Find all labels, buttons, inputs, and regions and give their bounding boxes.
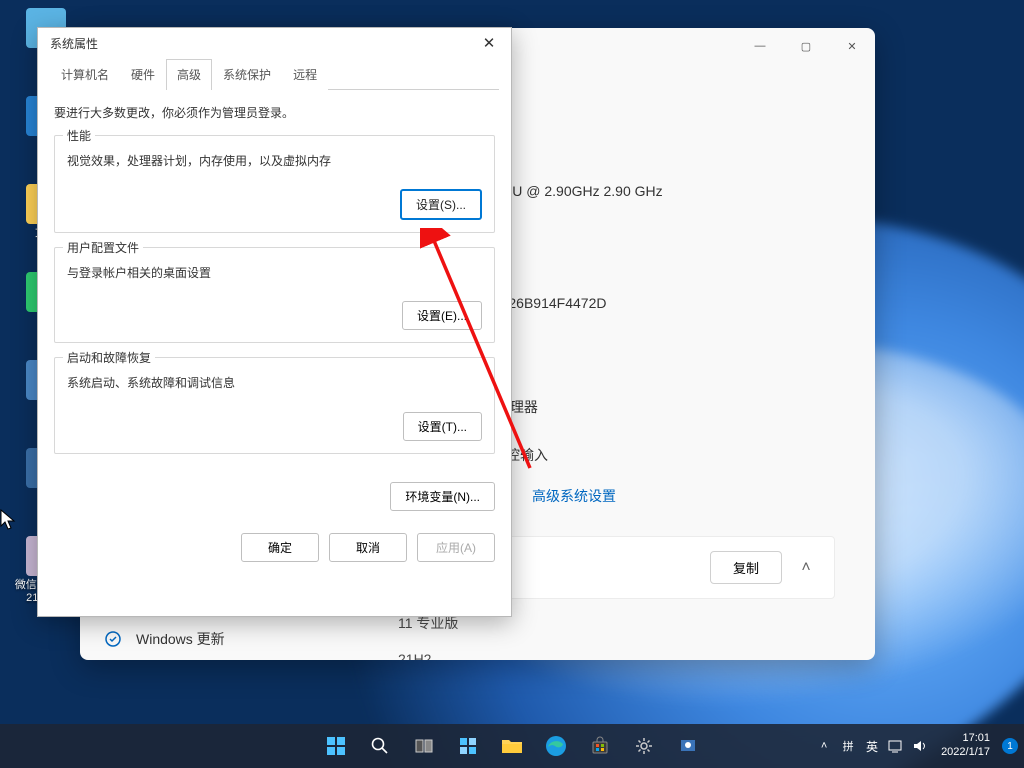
date-label: 2022/1/17 xyxy=(941,746,990,760)
close-icon[interactable]: ✕ xyxy=(475,32,503,54)
dialog-tabs: 计算机名硬件高级系统保护远程 xyxy=(38,58,511,89)
edge-button[interactable] xyxy=(536,726,576,766)
system-properties-dialog: 系统属性 ✕ 计算机名硬件高级系统保护远程 要进行大多数更改，你必须作为管理员登… xyxy=(37,27,512,617)
group-title: 用户配置文件 xyxy=(63,239,143,256)
store-button[interactable] xyxy=(580,726,620,766)
link-advanced-settings[interactable]: 高级系统设置 xyxy=(532,486,616,506)
tab-系统保护[interactable]: 系统保护 xyxy=(212,59,282,90)
environment-variables-button[interactable]: 环境变量(N)... xyxy=(390,482,495,511)
group-启动和故障恢复: 启动和故障恢复 系统启动、系统故障和调试信息 设置(T)... xyxy=(54,357,495,453)
cancel-button[interactable]: 取消 xyxy=(329,533,407,562)
close-button[interactable]: ✕ xyxy=(829,32,875,60)
dialog-title: 系统属性 xyxy=(50,35,98,52)
task-view-button[interactable] xyxy=(404,726,444,766)
volume-icon[interactable] xyxy=(911,737,929,755)
app-button[interactable] xyxy=(668,726,708,766)
settings-button-启动和故障恢复[interactable]: 设置(T)... xyxy=(403,412,482,441)
ime-lang-indicator[interactable]: 拼 xyxy=(839,737,857,755)
group-title: 性能 xyxy=(63,127,95,144)
time-label: 17:01 xyxy=(941,732,990,746)
group-用户配置文件: 用户配置文件 与登录帐户相关的桌面设置 设置(E)... xyxy=(54,247,495,343)
maximize-button[interactable]: ▢ xyxy=(783,32,829,60)
tab-计算机名[interactable]: 计算机名 xyxy=(50,59,120,90)
notification-badge[interactable]: 1 xyxy=(1002,738,1018,754)
sidebar-item-windows-update[interactable]: Windows 更新 xyxy=(92,620,338,658)
explorer-button[interactable] xyxy=(492,726,532,766)
copy-button[interactable]: 复制 xyxy=(710,551,782,584)
group-title: 启动和故障恢复 xyxy=(63,349,155,366)
minimize-button[interactable]: — xyxy=(737,32,783,60)
tab-远程[interactable]: 远程 xyxy=(282,59,328,90)
settings-button-性能[interactable]: 设置(S)... xyxy=(400,189,482,220)
chevron-up-icon[interactable]: ˄ xyxy=(796,559,816,577)
ime-mode-indicator[interactable]: 英 xyxy=(863,737,881,755)
start-button[interactable] xyxy=(316,726,356,766)
taskbar-tray: ˄ 拼 英 17:01 2022/1/17 1 xyxy=(815,732,1018,760)
settings-button[interactable] xyxy=(624,726,664,766)
update-icon xyxy=(104,630,122,648)
sidebar-item-label: Windows 更新 xyxy=(136,629,225,649)
search-button[interactable] xyxy=(360,726,400,766)
windows-edition: 11 专业版 xyxy=(398,615,458,631)
group-desc: 与登录帐户相关的桌面设置 xyxy=(67,264,482,283)
dialog-footer: 确定 取消 应用(A) xyxy=(38,525,511,576)
widgets-button[interactable] xyxy=(448,726,488,766)
group-desc: 系统启动、系统故障和调试信息 xyxy=(67,374,482,393)
taskbar-center xyxy=(316,726,708,766)
clock[interactable]: 17:01 2022/1/17 xyxy=(935,732,996,760)
dialog-titlebar: 系统属性 ✕ xyxy=(38,28,511,58)
admin-note: 要进行大多数更改，你必须作为管理员登录。 xyxy=(54,104,495,121)
tab-硬件[interactable]: 硬件 xyxy=(120,59,166,90)
taskbar: ˄ 拼 英 17:01 2022/1/17 1 xyxy=(0,724,1024,768)
apply-button: 应用(A) xyxy=(417,533,495,562)
group-性能: 性能 视觉效果，处理器计划，内存使用，以及虚拟内存 设置(S)... xyxy=(54,135,495,233)
windows-version: 21H2 xyxy=(398,651,431,660)
group-desc: 视觉效果，处理器计划，内存使用，以及虚拟内存 xyxy=(67,152,482,171)
ok-button[interactable]: 确定 xyxy=(241,533,319,562)
chevron-up-icon[interactable]: ˄ xyxy=(815,737,833,755)
settings-button-用户配置文件[interactable]: 设置(E)... xyxy=(402,301,482,330)
tab-高级[interactable]: 高级 xyxy=(166,59,212,90)
network-icon[interactable] xyxy=(887,737,905,755)
